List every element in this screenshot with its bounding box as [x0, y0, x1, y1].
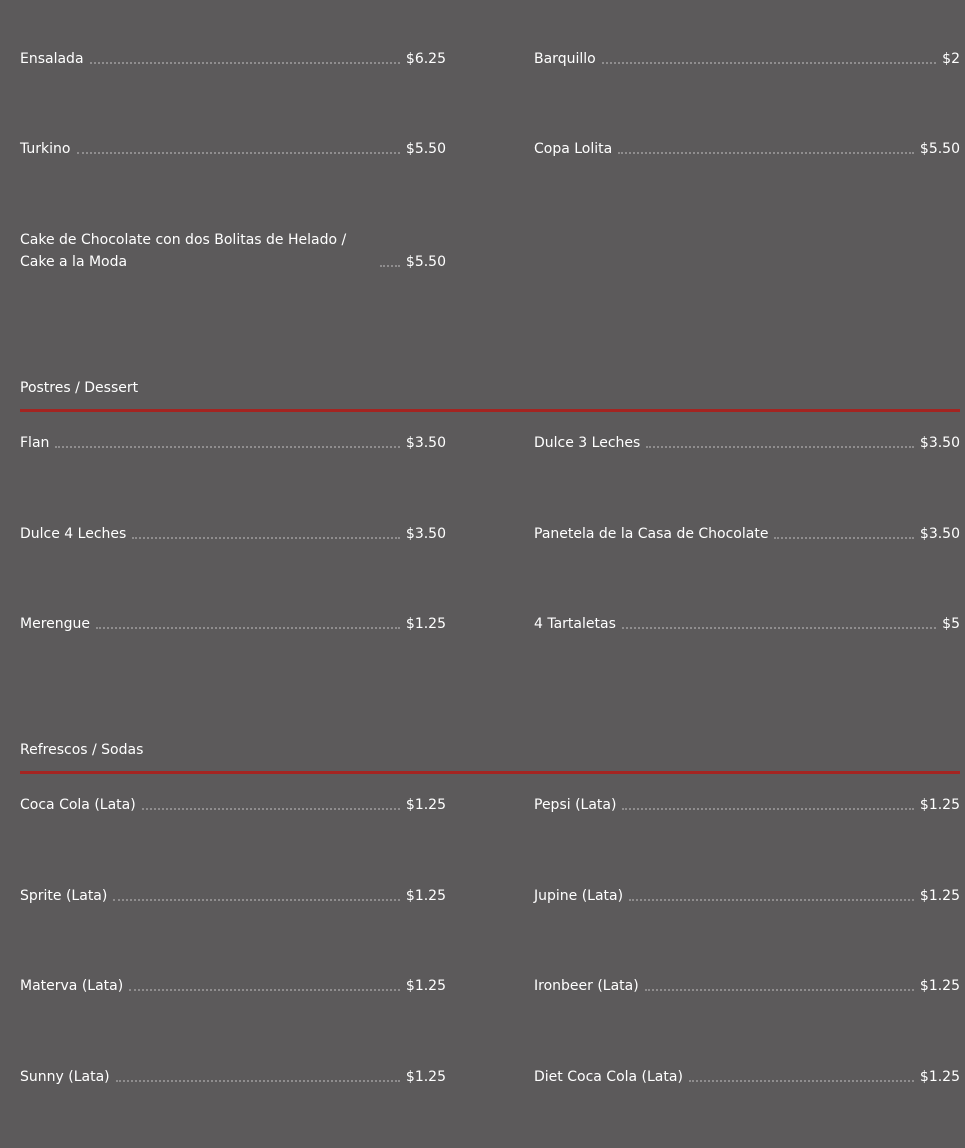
dot-leader	[141, 807, 400, 810]
section-title-sodas: Refrescos / Sodas	[20, 742, 144, 758]
menu-item-price: $6.25	[405, 51, 446, 67]
menu-item-price: $5.50	[405, 254, 446, 270]
menu-item-ironbeer: Ironbeer (Lata) $1.25	[534, 975, 960, 997]
menu-item-dulce-3-leches: Dulce 3 Leches $3.50	[534, 432, 960, 454]
menu-item-price: $1.25	[919, 888, 960, 904]
dot-leader	[379, 264, 400, 267]
menu-item-4-tartaletas: 4 Tartaletas $5	[534, 613, 960, 635]
menu-item-price: $3.50	[405, 526, 446, 542]
menu-item-pepsi: Pepsi (Lata) $1.25	[534, 794, 960, 816]
menu-item-jupine: Jupine (Lata) $1.25	[534, 885, 960, 907]
menu-item-name: 4 Tartaletas	[534, 616, 616, 632]
section-divider	[20, 771, 960, 774]
menu-item-name: Copa Lolita	[534, 141, 613, 157]
dot-leader	[644, 988, 914, 991]
dot-leader	[76, 151, 400, 154]
menu-item-price: $1.25	[919, 1069, 960, 1085]
dot-leader	[132, 536, 400, 539]
menu-item-name: Jupine (Lata)	[534, 888, 624, 904]
menu-item-name: Dulce 4 Leches	[20, 526, 127, 542]
menu-item-name: Ensalada	[20, 51, 84, 67]
menu-item-price: $3.50	[919, 526, 960, 542]
menu-item-name: Dulce 3 Leches	[534, 435, 641, 451]
menu-item-price: $1.25	[405, 888, 446, 904]
dot-leader	[774, 536, 914, 539]
dot-leader	[629, 898, 914, 901]
dot-leader	[96, 626, 400, 629]
dot-leader	[115, 1079, 400, 1082]
menu-item-name: Turkino	[20, 141, 71, 157]
dot-leader	[688, 1079, 914, 1082]
menu-item-name: Barquillo	[534, 51, 596, 67]
menu-item-name: Pepsi (Lata)	[534, 797, 617, 813]
menu-item-price: $1.25	[919, 978, 960, 994]
dot-leader	[646, 445, 914, 448]
menu-item-materva: Materva (Lata) $1.25	[20, 975, 446, 997]
section-divider	[20, 409, 960, 412]
menu-item-dulce-4-leches: Dulce 4 Leches $3.50	[20, 523, 446, 545]
menu-item-sunny: Sunny (Lata) $1.25	[20, 1066, 446, 1088]
dot-leader	[113, 898, 400, 901]
menu-item-price: $2	[942, 51, 960, 67]
menu-item-turkino: Turkino $5.50	[20, 138, 446, 160]
menu-item-price: $5.50	[405, 141, 446, 157]
menu-item-name: Merengue	[20, 616, 90, 632]
dot-leader	[129, 988, 400, 991]
menu-item-price: $1.25	[405, 978, 446, 994]
menu-item-flan: Flan $3.50	[20, 432, 446, 454]
menu-item-price: $3.50	[405, 435, 446, 451]
menu-item-price: $1.25	[919, 797, 960, 813]
menu-item-price: $1.25	[405, 616, 446, 632]
menu-item-merengue: Merengue $1.25	[20, 613, 446, 635]
menu-item-barquillo: Barquillo $2	[534, 48, 960, 70]
dot-leader	[618, 151, 914, 154]
menu-item-name: Coca Cola (Lata)	[20, 797, 136, 813]
menu-item-copa-lolita: Copa Lolita $5.50	[534, 138, 960, 160]
menu-item-name: Diet Coca Cola (Lata)	[534, 1069, 683, 1085]
menu-item-diet-coca-cola: Diet Coca Cola (Lata) $1.25	[534, 1066, 960, 1088]
dot-leader	[621, 626, 937, 629]
menu-item-name: Cake de Chocolate con dos Bolitas de Hel…	[20, 232, 347, 270]
dot-leader	[55, 445, 400, 448]
menu-item-price: $1.25	[405, 1069, 446, 1085]
menu-item-cake-de-chocolate: Cake de Chocolate con dos Bolitas de Hel…	[20, 229, 446, 273]
menu-item-name: Ironbeer (Lata)	[534, 978, 639, 994]
menu-item-ensalada: Ensalada $6.25	[20, 48, 446, 70]
menu-item-name: Materva (Lata)	[20, 978, 124, 994]
menu-item-name: Flan	[20, 435, 50, 451]
menu-item-name: Sunny (Lata)	[20, 1069, 110, 1085]
dot-leader	[601, 61, 937, 64]
menu-item-price: $3.50	[919, 435, 960, 451]
menu-item-sprite: Sprite (Lata) $1.25	[20, 885, 446, 907]
menu-item-name: Panetela de la Casa de Chocolate	[534, 526, 769, 542]
menu-item-coca-cola: Coca Cola (Lata) $1.25	[20, 794, 446, 816]
dot-leader	[622, 807, 914, 810]
menu-item-price: $5	[942, 616, 960, 632]
menu-item-price: $1.25	[405, 797, 446, 813]
dot-leader	[89, 61, 400, 64]
menu-item-name: Sprite (Lata)	[20, 888, 108, 904]
menu-item-panetela: Panetela de la Casa de Chocolate $3.50	[534, 523, 960, 545]
section-title-dessert: Postres / Dessert	[20, 380, 139, 396]
menu-item-price: $5.50	[919, 141, 960, 157]
